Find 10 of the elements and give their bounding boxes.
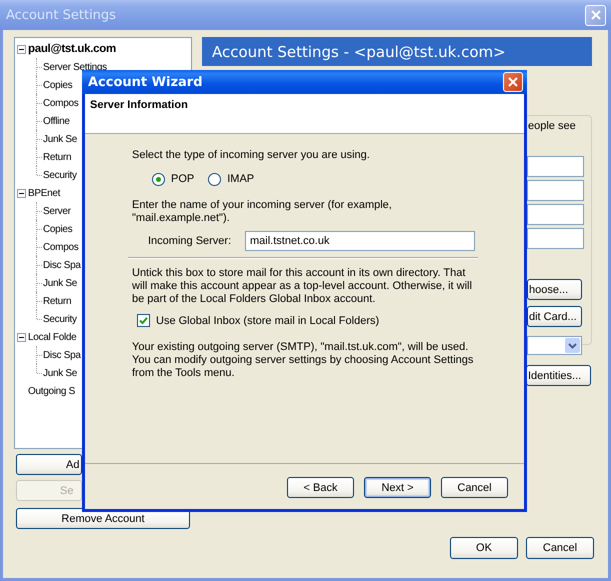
- dialog-title: Account Wizard: [88, 74, 203, 90]
- note-text: Untick this box to store mail for this account in its own directory. That will make this account appear as a top-level account. Otherwise, it will be part of the Local Folders Global Inbox account.: [132, 267, 473, 306]
- note-text: Your existing outgoing server (SMTP), "mail.tst.uk.com", will be used. You can modify outgoing server settings by choosing Account Settings from the Tools menu.: [132, 341, 474, 380]
- prompt-text: Select the type of incoming server you are using.: [132, 149, 371, 162]
- page-title: Server Information: [90, 99, 188, 111]
- panel-text: eople see: [528, 120, 577, 132]
- field-label: Incoming Server:: [148, 235, 232, 247]
- prompt-text: Enter the name of your incoming server (for example, "mail.example.net").: [132, 199, 393, 225]
- panel-header: Account Settings - <paul@tst.uk.com>: [202, 37, 592, 66]
- window-title: Account Settings: [6, 8, 116, 22]
